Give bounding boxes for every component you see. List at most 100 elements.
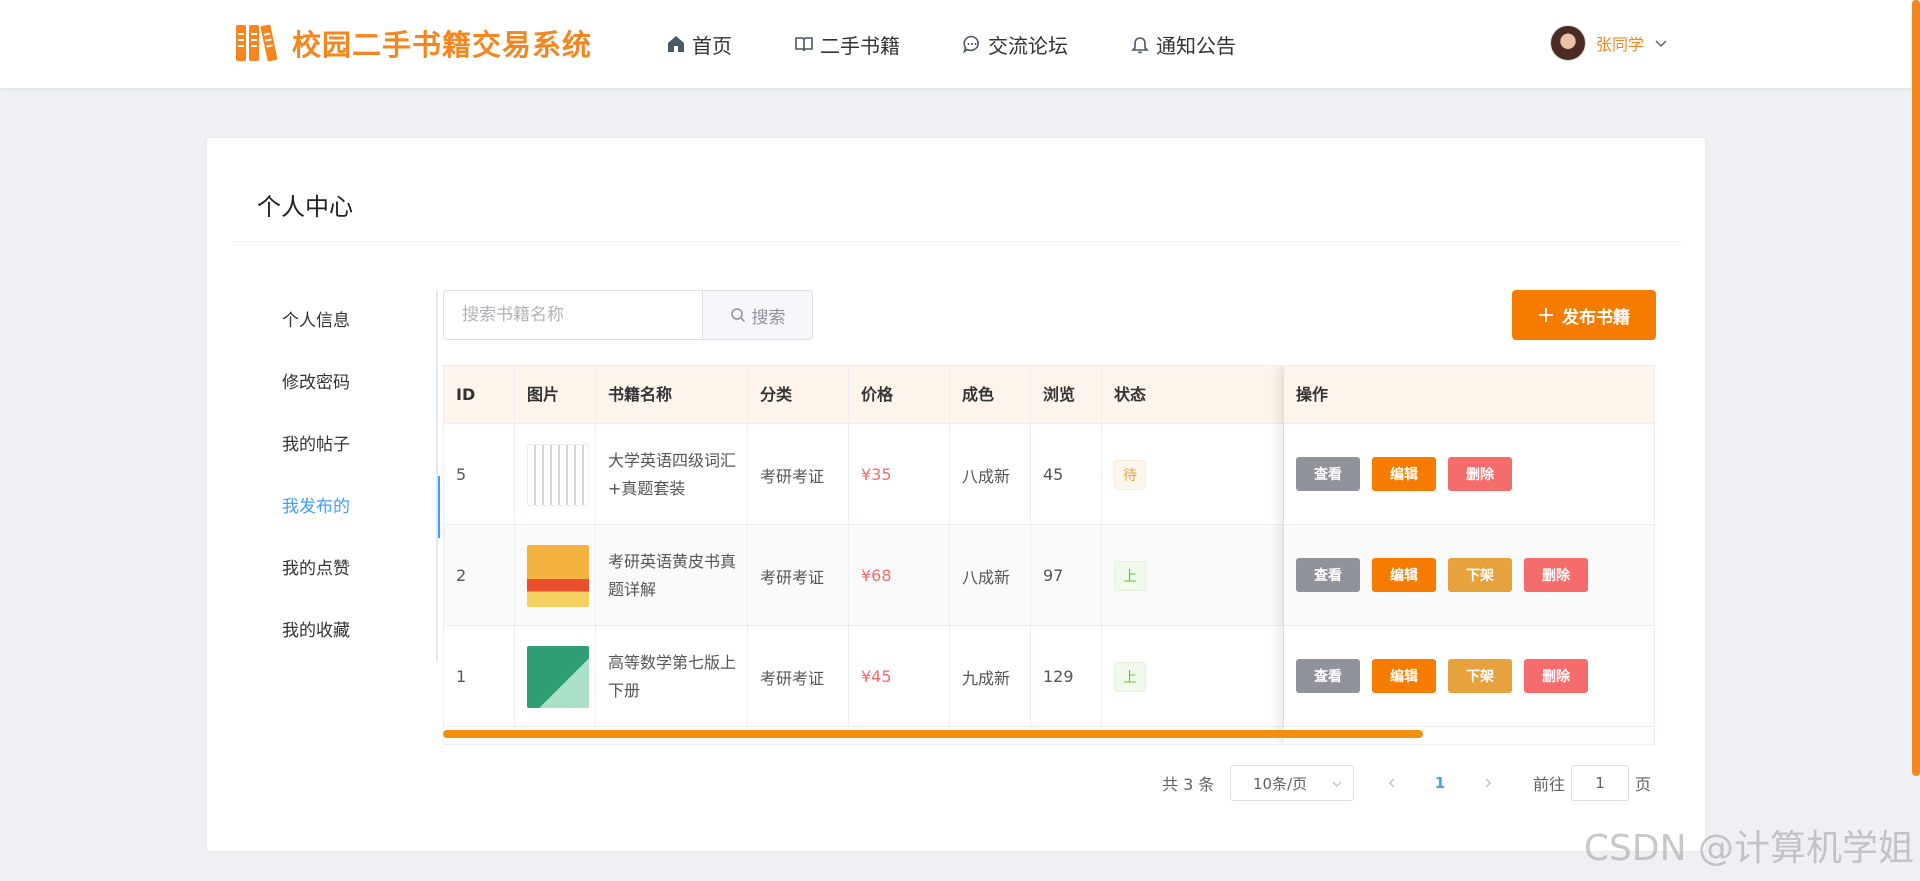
pagination-total: 共 3 条 xyxy=(1162,775,1215,794)
publish-book-button[interactable]: 发布书籍 xyxy=(1512,290,1656,340)
chevron-left-icon xyxy=(1388,778,1395,788)
view-button[interactable]: 查看 xyxy=(1296,457,1360,491)
side-menu: 个人信息 修改密码 我的帖子 我发布的 我的点赞 我的收藏 xyxy=(232,290,440,662)
column-header-condition: 成色 xyxy=(950,366,1031,424)
column-header-image: 图片 xyxy=(515,366,596,424)
page-size-value: 10条/页 xyxy=(1253,774,1308,793)
delete-button[interactable]: 删除 xyxy=(1448,457,1512,491)
cell-image xyxy=(515,424,596,525)
menu-item-my-favorites[interactable]: 我的收藏 xyxy=(232,600,438,662)
next-page-button[interactable] xyxy=(1473,765,1503,801)
nav-label: 首页 xyxy=(692,33,732,58)
user-name: 张同学 xyxy=(1596,35,1645,54)
nav-item-forum[interactable]: 交流论坛 xyxy=(962,30,1068,59)
edit-button[interactable]: 编辑 xyxy=(1372,558,1436,592)
cell-category: 考研考证 xyxy=(748,626,849,727)
divider xyxy=(233,241,1681,242)
cell-id: 2 xyxy=(444,525,515,626)
cell-status: 待 xyxy=(1102,424,1284,525)
menu-item-my-published[interactable]: 我发布的 xyxy=(232,476,440,538)
cell-id: 1 xyxy=(444,626,515,727)
goto-label: 前往 xyxy=(1533,775,1566,794)
cell-name: 高等数学第七版上下册 xyxy=(596,626,748,727)
cell-image xyxy=(515,525,596,626)
nav-item-books[interactable]: 二手书籍 xyxy=(794,30,900,59)
avatar xyxy=(1550,25,1586,61)
watermark: CSDN @计算机学姐 xyxy=(1583,828,1914,869)
view-button[interactable]: 查看 xyxy=(1296,558,1360,592)
column-header-price: 价格 xyxy=(849,366,950,424)
status-badge: 上 xyxy=(1114,661,1146,692)
search-input[interactable] xyxy=(444,291,702,339)
publish-button-label: 发布书籍 xyxy=(1562,307,1630,328)
view-button[interactable]: 查看 xyxy=(1296,659,1360,693)
bell-icon xyxy=(1131,37,1149,54)
delete-button[interactable]: 删除 xyxy=(1524,558,1588,592)
search-button[interactable]: 搜索 xyxy=(702,291,812,339)
chevron-down-icon xyxy=(1332,781,1342,787)
nav-item-home[interactable]: 首页 xyxy=(666,30,732,59)
nav-label: 交流论坛 xyxy=(988,33,1068,58)
main-nav: 首页 二手书籍 交流论坛 通知公告 xyxy=(666,0,1298,88)
row-actions: 查看 编辑 下架 删除 xyxy=(1284,626,1654,727)
row-actions: 查看 编辑 下架 删除 xyxy=(1284,525,1654,626)
books-logo-icon xyxy=(236,23,280,63)
home-icon xyxy=(668,36,684,52)
menu-item-profile[interactable]: 个人信息 xyxy=(232,290,438,352)
search-bar: 搜索 xyxy=(443,290,813,340)
user-menu[interactable]: 张同学 xyxy=(1550,25,1668,61)
unlist-button[interactable]: 下架 xyxy=(1448,659,1512,693)
column-header-views: 浏览 xyxy=(1031,366,1102,424)
search-icon xyxy=(730,308,745,323)
unlist-button[interactable]: 下架 xyxy=(1448,558,1512,592)
book-icon xyxy=(795,37,813,52)
column-header-category: 分类 xyxy=(748,366,849,424)
personal-center-card: 个人中心 个人信息 修改密码 我的帖子 我发布的 我的点赞 我的收藏 搜索 发布… xyxy=(206,137,1706,852)
menu-item-password[interactable]: 修改密码 xyxy=(232,352,438,414)
column-header-id: ID xyxy=(444,366,515,424)
table-horizontal-scrollbar[interactable] xyxy=(443,730,1423,738)
nav-item-notice[interactable]: 通知公告 xyxy=(1130,30,1236,59)
cell-name: 大学英语四级词汇+真题套装 xyxy=(596,424,748,525)
cell-condition: 八成新 xyxy=(950,525,1031,626)
edit-button[interactable]: 编辑 xyxy=(1372,659,1436,693)
cell-condition: 九成新 xyxy=(950,626,1031,727)
top-navbar: 校园二手书籍交易系统 首页 二手书籍 交流论坛 通知公告 张同学 xyxy=(0,0,1912,88)
actions-column: 操作 查看 编辑 删除 查看 编辑 下架 删除 查看 编辑 下架 删除 xyxy=(1284,366,1654,744)
nav-label: 二手书籍 xyxy=(820,33,900,58)
page-size-select[interactable]: 10条/页 xyxy=(1230,765,1354,801)
books-table: ID 图片 书籍名称 分类 价格 成色 浏览 状态 5 大学英语四级词汇+真题套… xyxy=(443,365,1655,745)
prev-page-button[interactable] xyxy=(1377,765,1407,801)
chevron-right-icon xyxy=(1485,778,1492,788)
cell-condition: 八成新 xyxy=(950,424,1031,525)
status-badge: 上 xyxy=(1114,560,1146,591)
status-badge: 待 xyxy=(1114,459,1146,490)
cell-views: 45 xyxy=(1031,424,1102,525)
column-header-name: 书籍名称 xyxy=(596,366,748,424)
page-title: 个人中心 xyxy=(257,193,353,221)
book-cover-image xyxy=(527,443,589,506)
cell-price: ¥68 xyxy=(849,525,950,626)
cell-status: 上 xyxy=(1102,626,1284,727)
cell-category: 考研考证 xyxy=(748,424,849,525)
cell-name: 考研英语黄皮书真题详解 xyxy=(596,525,748,626)
delete-button[interactable]: 删除 xyxy=(1524,659,1588,693)
goto-page-input[interactable] xyxy=(1571,765,1629,801)
edit-button[interactable]: 编辑 xyxy=(1372,457,1436,491)
cell-price: ¥35 xyxy=(849,424,950,525)
search-button-label: 搜索 xyxy=(751,307,786,328)
row-actions: 查看 编辑 删除 xyxy=(1284,424,1654,525)
book-cover-image xyxy=(527,544,589,607)
menu-item-my-likes[interactable]: 我的点赞 xyxy=(232,538,438,600)
goto-suffix: 页 xyxy=(1635,775,1652,794)
plus-icon xyxy=(1539,308,1553,322)
chevron-down-icon xyxy=(1655,40,1667,48)
page-number-current[interactable]: 1 xyxy=(1425,765,1455,801)
column-header-actions: 操作 xyxy=(1284,366,1654,424)
cell-category: 考研考证 xyxy=(748,525,849,626)
book-cover-image xyxy=(527,645,589,708)
site-logo[interactable]: 校园二手书籍交易系统 xyxy=(236,22,592,64)
page-scrollbar[interactable] xyxy=(1912,0,1920,776)
cell-views: 129 xyxy=(1031,626,1102,727)
menu-item-my-posts[interactable]: 我的帖子 xyxy=(232,414,438,476)
